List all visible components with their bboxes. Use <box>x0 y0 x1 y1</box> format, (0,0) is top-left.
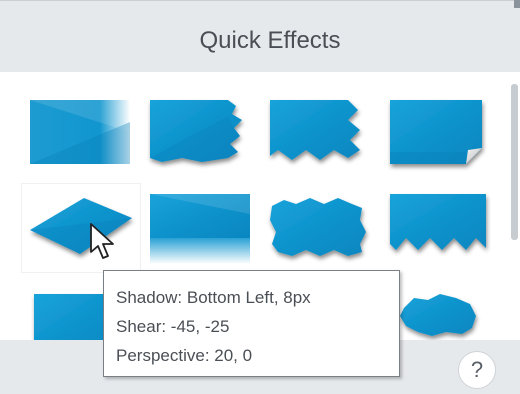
tooltip-shear-line: Shear: -45, -25 <box>116 317 230 336</box>
effect-tile-zigzag-edge-bottom[interactable] <box>382 186 496 270</box>
effects-scrollbar[interactable] <box>511 84 518 240</box>
reflection-effect-icon <box>150 194 250 264</box>
torn-edges-all-effect-icon <box>270 198 366 256</box>
zigzag-bottom-effect-icon <box>390 194 486 250</box>
torn-edge-effect-icon <box>150 100 242 162</box>
effect-tile-page-curl[interactable] <box>382 92 496 172</box>
window-edge-indicator <box>514 0 520 8</box>
effect-tooltip: Shadow: Bottom Left, 8px Shear: -45, -25… <box>103 270 400 377</box>
effect-tile-zigzag-edge-bottom-right[interactable] <box>262 92 376 172</box>
mouse-cursor-arrow-icon <box>89 222 119 267</box>
panel-title: Quick Effects <box>199 27 341 54</box>
effect-tile-shear-perspective-shadow[interactable] <box>22 184 140 272</box>
help-button[interactable]: ? <box>458 351 496 389</box>
page-curl-effect-icon <box>390 100 482 164</box>
effect-tile-reflection[interactable] <box>142 186 256 270</box>
tooltip-perspective-line: Perspective: 20, 0 <box>116 346 253 365</box>
shear-perspective-effect-icon <box>30 198 132 254</box>
effect-tile-torn-edge-right[interactable] <box>142 92 256 172</box>
edge-fade-effect-icon <box>30 100 130 164</box>
zigzag-edge-effect-icon <box>270 100 360 160</box>
panel-header: Quick Effects <box>0 0 520 72</box>
effect-tile-edge-fade[interactable] <box>22 92 136 172</box>
quick-effects-panel: Quick Effects ? Shadow: Bottom Left, 8px… <box>0 0 520 394</box>
effect-tile-torn-edges-all-sides[interactable] <box>262 186 376 270</box>
tooltip-shadow-line: Shadow: Bottom Left, 8px <box>116 288 311 307</box>
